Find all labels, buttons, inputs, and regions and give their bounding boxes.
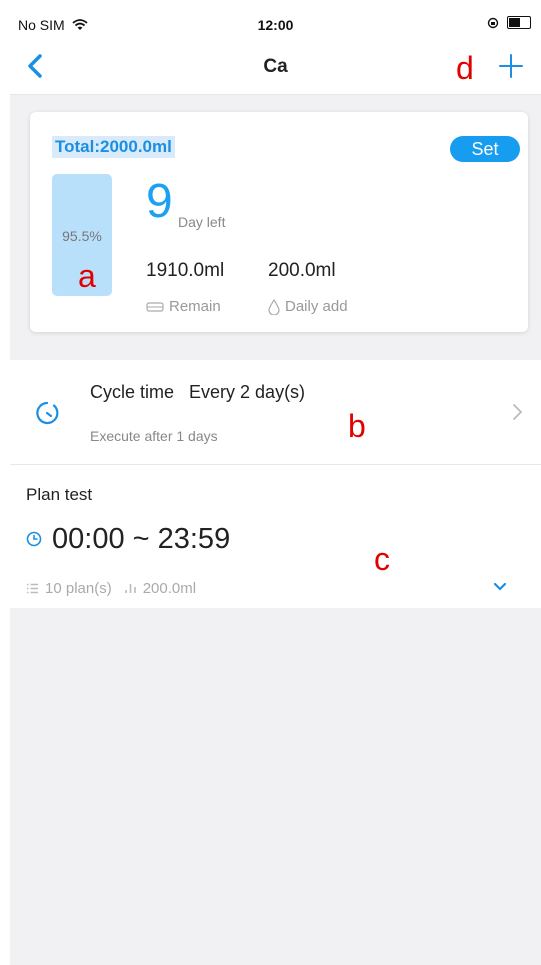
dosing-summary-card: Total:2000.0ml Set 95.5% a 9 Day left 19… <box>30 112 528 332</box>
status-time: 12:00 <box>257 17 294 33</box>
chevron-right-icon <box>513 404 523 420</box>
chevron-down-icon[interactable] <box>493 582 507 592</box>
tank-percent: 95.5% <box>62 228 102 244</box>
annotation-c: c <box>374 541 390 577</box>
bar-chart-icon <box>124 584 136 593</box>
lock-rotation-icon <box>487 17 499 28</box>
cycle-time-title: Cycle time Every 2 day(s) <box>90 382 306 402</box>
annotation-b: b <box>348 408 366 444</box>
plan-amount: 200.0ml <box>142 580 197 597</box>
droplet-icon <box>268 298 280 315</box>
remain-label: Remain <box>169 298 221 315</box>
days-left-value: 9 <box>146 175 173 228</box>
total-capacity: Total:2000.0ml <box>52 136 175 158</box>
annotation-d: d <box>456 50 474 86</box>
status-right <box>487 16 531 29</box>
status-bar: No SIM 12:00 <box>10 8 541 42</box>
remain-label-group: Remain <box>146 298 221 315</box>
plan-time-range: 00:00 ~ 23:59 <box>52 523 231 555</box>
set-button[interactable]: Set <box>450 136 520 162</box>
daily-add-value: 200.0ml <box>268 260 336 281</box>
plus-icon[interactable] <box>497 52 525 80</box>
cycle-execute-note: Execute after 1 days <box>90 428 218 444</box>
clock-icon <box>26 531 42 547</box>
plan-card[interactable]: Plan test 00:00 ~ 23:59 c 10 plan(s) 200… <box>10 465 541 608</box>
cycle-time-row[interactable]: Cycle time Every 2 day(s) Execute after … <box>10 360 541 465</box>
timer-icon <box>36 401 59 425</box>
app-screen: No SIM 12:00 Ca d Total:2000.0ml Set 95.… <box>10 8 541 965</box>
list-icon <box>27 583 38 594</box>
daily-add-label: Daily add <box>285 298 348 315</box>
daily-add-label-group: Daily add <box>268 298 348 315</box>
days-left-label: Day left <box>178 214 226 230</box>
battery-icon <box>507 16 531 29</box>
tray-icon <box>146 301 164 312</box>
plan-count: 10 plan(s) <box>45 580 112 597</box>
plan-meta: 10 plan(s) 200.0ml <box>26 580 196 597</box>
annotation-a: a <box>78 258 96 294</box>
remain-value: 1910.0ml <box>146 260 225 281</box>
plan-title: Plan test <box>26 485 93 504</box>
